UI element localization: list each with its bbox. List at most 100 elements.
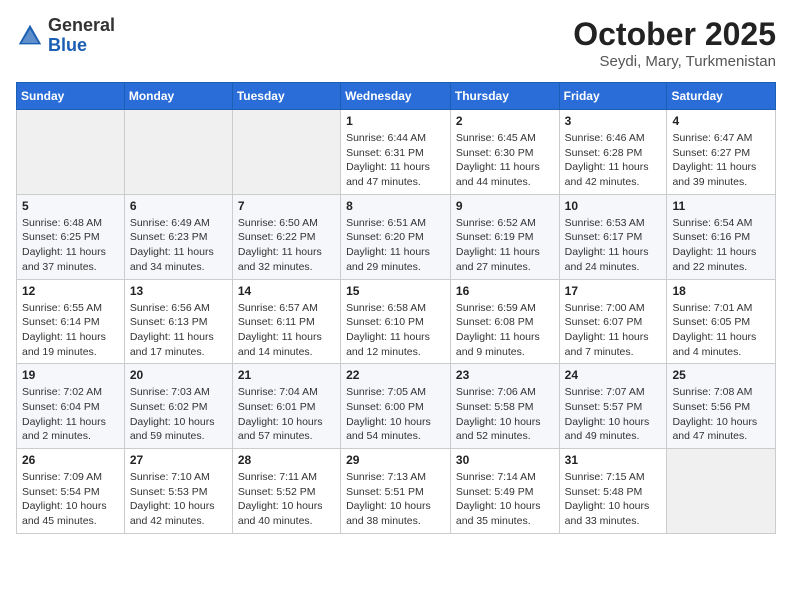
calendar-cell: 26 Sunrise: 7:09 AM Sunset: 5:54 PM Dayli… bbox=[17, 449, 125, 534]
weekday-header: Friday bbox=[559, 83, 667, 110]
calendar-week-row: 19Sunrise: 7:02 AM Sunset: 6:04 PM Dayli… bbox=[17, 364, 776, 449]
day-number: 24 bbox=[565, 368, 662, 382]
day-info: Sunrise: 6:47 AM Sunset: 6:27 PM Dayligh… bbox=[672, 131, 770, 190]
calendar-cell bbox=[667, 449, 776, 534]
calendar-week-row: 26 Sunrise: 7:09 AM Sunset: 5:54 PM Dayli… bbox=[17, 449, 776, 534]
day-number: 14 bbox=[238, 284, 335, 298]
day-number: 2 bbox=[456, 114, 554, 128]
logo-icon bbox=[16, 22, 44, 50]
day-number: 30 bbox=[456, 453, 554, 467]
day-info: Sunrise: 6:55 AM Sunset: 6:14 PM Dayligh… bbox=[22, 301, 119, 360]
calendar-cell: 12 Sunrise: 6:55 AM Sunset: 6:14 PM Dayli… bbox=[17, 279, 125, 364]
calendar-cell: 27 Sunrise: 7:10 AM Sunset: 5:53 PM Dayli… bbox=[124, 449, 232, 534]
day-info: Sunrise: 6:53 AM Sunset: 6:17 PM Dayligh… bbox=[565, 216, 662, 275]
day-info: Sunrise: 7:09 AM Sunset: 5:54 PM Dayligh… bbox=[22, 470, 119, 529]
day-info: Sunrise: 7:04 AM Sunset: 6:01 PM Dayligh… bbox=[238, 385, 335, 444]
calendar-cell: 25 Sunrise: 7:08 AM Sunset: 5:56 PM Dayli… bbox=[667, 364, 776, 449]
day-number: 23 bbox=[456, 368, 554, 382]
day-info: Sunrise: 7:00 AM Sunset: 6:07 PM Dayligh… bbox=[565, 301, 662, 360]
calendar-table: SundayMondayTuesdayWednesdayThursdayFrid… bbox=[16, 82, 776, 534]
day-info: Sunrise: 6:48 AM Sunset: 6:25 PM Dayligh… bbox=[22, 216, 119, 275]
day-number: 7 bbox=[238, 199, 335, 213]
day-info: Sunrise: 7:11 AM Sunset: 5:52 PM Dayligh… bbox=[238, 470, 335, 529]
day-info: Sunrise: 7:08 AM Sunset: 5:56 PM Dayligh… bbox=[672, 385, 770, 444]
day-info: Sunrise: 6:58 AM Sunset: 6:10 PM Dayligh… bbox=[346, 301, 445, 360]
day-number: 28 bbox=[238, 453, 335, 467]
day-info: Sunrise: 6:50 AM Sunset: 6:22 PM Dayligh… bbox=[238, 216, 335, 275]
weekday-header: Sunday bbox=[17, 83, 125, 110]
calendar-cell: 1 Sunrise: 6:44 AM Sunset: 6:31 PM Daylig… bbox=[341, 110, 451, 195]
calendar-cell: 17 Sunrise: 7:00 AM Sunset: 6:07 PM Dayli… bbox=[559, 279, 667, 364]
day-info: Sunrise: 7:10 AM Sunset: 5:53 PM Dayligh… bbox=[130, 470, 227, 529]
calendar-cell bbox=[17, 110, 125, 195]
day-number: 25 bbox=[672, 368, 770, 382]
day-info: Sunrise: 7:01 AM Sunset: 6:05 PM Dayligh… bbox=[672, 301, 770, 360]
weekday-header: Monday bbox=[124, 83, 232, 110]
calendar-cell: 19Sunrise: 7:02 AM Sunset: 6:04 PM Dayli… bbox=[17, 364, 125, 449]
calendar-cell: 7 Sunrise: 6:50 AM Sunset: 6:22 PM Daylig… bbox=[232, 194, 340, 279]
day-number: 21 bbox=[238, 368, 335, 382]
day-number: 9 bbox=[456, 199, 554, 213]
day-info: Sunrise: 6:44 AM Sunset: 6:31 PM Dayligh… bbox=[346, 131, 445, 190]
day-info: Sunrise: 6:49 AM Sunset: 6:23 PM Dayligh… bbox=[130, 216, 227, 275]
day-number: 22 bbox=[346, 368, 445, 382]
day-info: Sunrise: 6:59 AM Sunset: 6:08 PM Dayligh… bbox=[456, 301, 554, 360]
day-number: 20 bbox=[130, 368, 227, 382]
day-number: 18 bbox=[672, 284, 770, 298]
day-info: Sunrise: 7:14 AM Sunset: 5:49 PM Dayligh… bbox=[456, 470, 554, 529]
day-info: Sunrise: 6:51 AM Sunset: 6:20 PM Dayligh… bbox=[346, 216, 445, 275]
calendar-cell: 28 Sunrise: 7:11 AM Sunset: 5:52 PM Dayli… bbox=[232, 449, 340, 534]
calendar-cell: 4 Sunrise: 6:47 AM Sunset: 6:27 PM Daylig… bbox=[667, 110, 776, 195]
day-number: 1 bbox=[346, 114, 445, 128]
day-info: Sunrise: 7:15 AM Sunset: 5:48 PM Dayligh… bbox=[565, 470, 662, 529]
calendar-cell: 11 Sunrise: 6:54 AM Sunset: 6:16 PM Dayli… bbox=[667, 194, 776, 279]
day-number: 26 bbox=[22, 453, 119, 467]
calendar-cell: 31 Sunrise: 7:15 AM Sunset: 5:48 PM Dayli… bbox=[559, 449, 667, 534]
calendar-cell: 21 Sunrise: 7:04 AM Sunset: 6:01 PM Dayli… bbox=[232, 364, 340, 449]
weekday-header: Thursday bbox=[450, 83, 559, 110]
day-info: Sunrise: 6:46 AM Sunset: 6:28 PM Dayligh… bbox=[565, 131, 662, 190]
day-info: Sunrise: 6:52 AM Sunset: 6:19 PM Dayligh… bbox=[456, 216, 554, 275]
calendar-cell: 29 Sunrise: 7:13 AM Sunset: 5:51 PM Dayli… bbox=[341, 449, 451, 534]
calendar-cell: 22 Sunrise: 7:05 AM Sunset: 6:00 PM Dayli… bbox=[341, 364, 451, 449]
weekday-header: Saturday bbox=[667, 83, 776, 110]
day-number: 4 bbox=[672, 114, 770, 128]
day-info: Sunrise: 6:54 AM Sunset: 6:16 PM Dayligh… bbox=[672, 216, 770, 275]
weekday-header-row: SundayMondayTuesdayWednesdayThursdayFrid… bbox=[17, 83, 776, 110]
calendar-cell: 3 Sunrise: 6:46 AM Sunset: 6:28 PM Daylig… bbox=[559, 110, 667, 195]
day-info: Sunrise: 7:03 AM Sunset: 6:02 PM Dayligh… bbox=[130, 385, 227, 444]
title-block: October 2025 Seydi, Mary, Turkmenistan bbox=[573, 16, 776, 70]
day-number: 10 bbox=[565, 199, 662, 213]
calendar-cell: 18 Sunrise: 7:01 AM Sunset: 6:05 PM Dayli… bbox=[667, 279, 776, 364]
calendar-cell bbox=[232, 110, 340, 195]
location-subtitle: Seydi, Mary, Turkmenistan bbox=[573, 53, 776, 70]
day-number: 8 bbox=[346, 199, 445, 213]
page-header: General Blue October 2025 Seydi, Mary, T… bbox=[16, 16, 776, 70]
calendar-cell: 13 Sunrise: 6:56 AM Sunset: 6:13 PM Dayli… bbox=[124, 279, 232, 364]
day-number: 12 bbox=[22, 284, 119, 298]
calendar-cell: 14 Sunrise: 6:57 AM Sunset: 6:11 PM Dayli… bbox=[232, 279, 340, 364]
day-info: Sunrise: 6:45 AM Sunset: 6:30 PM Dayligh… bbox=[456, 131, 554, 190]
day-number: 27 bbox=[130, 453, 227, 467]
day-info: Sunrise: 7:05 AM Sunset: 6:00 PM Dayligh… bbox=[346, 385, 445, 444]
day-number: 19 bbox=[22, 368, 119, 382]
calendar-cell: 9 Sunrise: 6:52 AM Sunset: 6:19 PM Daylig… bbox=[450, 194, 559, 279]
day-info: Sunrise: 6:56 AM Sunset: 6:13 PM Dayligh… bbox=[130, 301, 227, 360]
day-number: 17 bbox=[565, 284, 662, 298]
day-number: 31 bbox=[565, 453, 662, 467]
calendar-week-row: 1 Sunrise: 6:44 AM Sunset: 6:31 PM Daylig… bbox=[17, 110, 776, 195]
day-number: 3 bbox=[565, 114, 662, 128]
calendar-cell: 5Sunrise: 6:48 AM Sunset: 6:25 PM Daylig… bbox=[17, 194, 125, 279]
day-info: Sunrise: 7:06 AM Sunset: 5:58 PM Dayligh… bbox=[456, 385, 554, 444]
day-info: Sunrise: 6:57 AM Sunset: 6:11 PM Dayligh… bbox=[238, 301, 335, 360]
day-number: 29 bbox=[346, 453, 445, 467]
calendar-cell: 8 Sunrise: 6:51 AM Sunset: 6:20 PM Daylig… bbox=[341, 194, 451, 279]
day-number: 11 bbox=[672, 199, 770, 213]
day-info: Sunrise: 7:13 AM Sunset: 5:51 PM Dayligh… bbox=[346, 470, 445, 529]
calendar-cell: 10 Sunrise: 6:53 AM Sunset: 6:17 PM Dayli… bbox=[559, 194, 667, 279]
day-number: 13 bbox=[130, 284, 227, 298]
calendar-cell: 23 Sunrise: 7:06 AM Sunset: 5:58 PM Dayli… bbox=[450, 364, 559, 449]
day-number: 6 bbox=[130, 199, 227, 213]
day-number: 16 bbox=[456, 284, 554, 298]
weekday-header: Tuesday bbox=[232, 83, 340, 110]
